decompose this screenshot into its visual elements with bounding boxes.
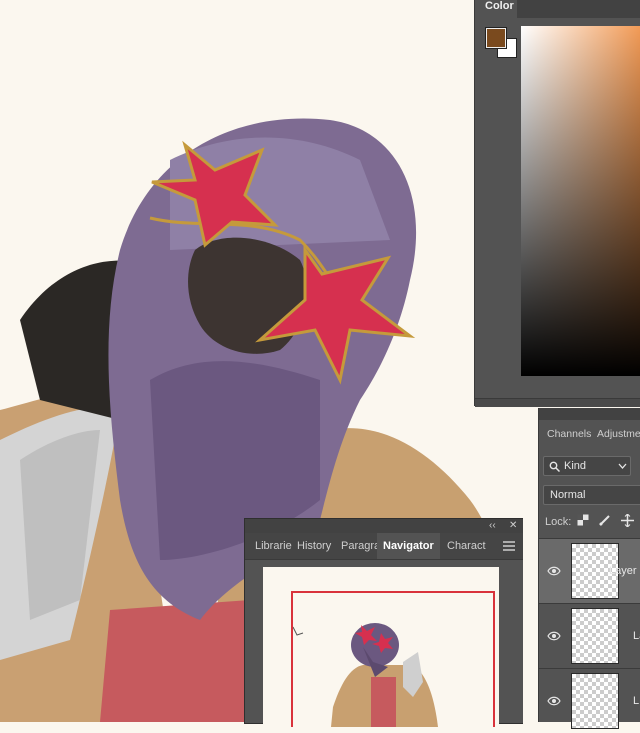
tab-paragraph[interactable]: Paragra (341, 540, 380, 552)
navigator-preview[interactable] (263, 567, 499, 727)
color-panel-tabbar: Color (475, 0, 640, 18)
tab-navigator[interactable]: Navigator (377, 533, 440, 559)
eye-icon[interactable] (547, 566, 561, 576)
lock-transparent-pixels-icon[interactable] (577, 514, 589, 526)
lock-label: Lock: (545, 516, 572, 528)
layer-filter-label: Kind (564, 460, 587, 472)
eye-icon[interactable] (547, 696, 561, 706)
navigator-tabbar: Librarie History Paragra Navigator Chara… (245, 533, 523, 560)
color-picker-field[interactable] (521, 26, 640, 376)
layers-panel-titlebar (539, 408, 640, 420)
close-icon[interactable]: ✕ (509, 519, 517, 533)
color-panel: Color (474, 0, 640, 407)
lock-image-pixels-icon[interactable] (599, 514, 611, 526)
chevron-down-icon (618, 463, 627, 469)
layer-row[interactable]: La (539, 603, 640, 668)
blend-mode-select[interactable]: Normal (543, 485, 640, 505)
layers-panel: Channels Adjustme Kind Normal Lock: Laye… (538, 408, 640, 729)
foreground-color-swatch[interactable] (485, 27, 507, 49)
tab-libraries[interactable]: Librarie (255, 540, 292, 552)
navigator-panel: ‹‹ ✕ Librarie History Paragra Navigator … (244, 518, 523, 727)
hamburger-menu-icon[interactable] (503, 541, 515, 551)
layer-name: L (633, 695, 640, 707)
tab-color[interactable]: Color (475, 0, 517, 18)
layer-row[interactable]: Layer 6 (539, 538, 640, 603)
navigator-view-box[interactable] (291, 591, 495, 727)
tab-channels[interactable]: Channels (547, 428, 591, 440)
tab-history[interactable]: History (297, 540, 331, 552)
layer-thumbnail (571, 673, 619, 729)
navigator-titlebar[interactable]: ‹‹ ✕ (245, 519, 523, 533)
lock-position-icon[interactable] (621, 514, 634, 527)
layer-name: Layer 6 (609, 565, 640, 577)
color-panel-resize-handle[interactable] (475, 398, 640, 407)
layer-thumbnail (571, 608, 619, 664)
layer-row[interactable]: L (539, 668, 640, 733)
collapse-panel-icon[interactable]: ‹‹ (489, 519, 496, 533)
layer-filter-select[interactable]: Kind (543, 456, 631, 476)
tab-character[interactable]: Charact (447, 540, 486, 552)
tab-adjustments[interactable]: Adjustme (597, 428, 640, 440)
layer-name: La (633, 630, 640, 642)
eye-icon[interactable] (547, 631, 561, 641)
search-icon (549, 461, 560, 472)
